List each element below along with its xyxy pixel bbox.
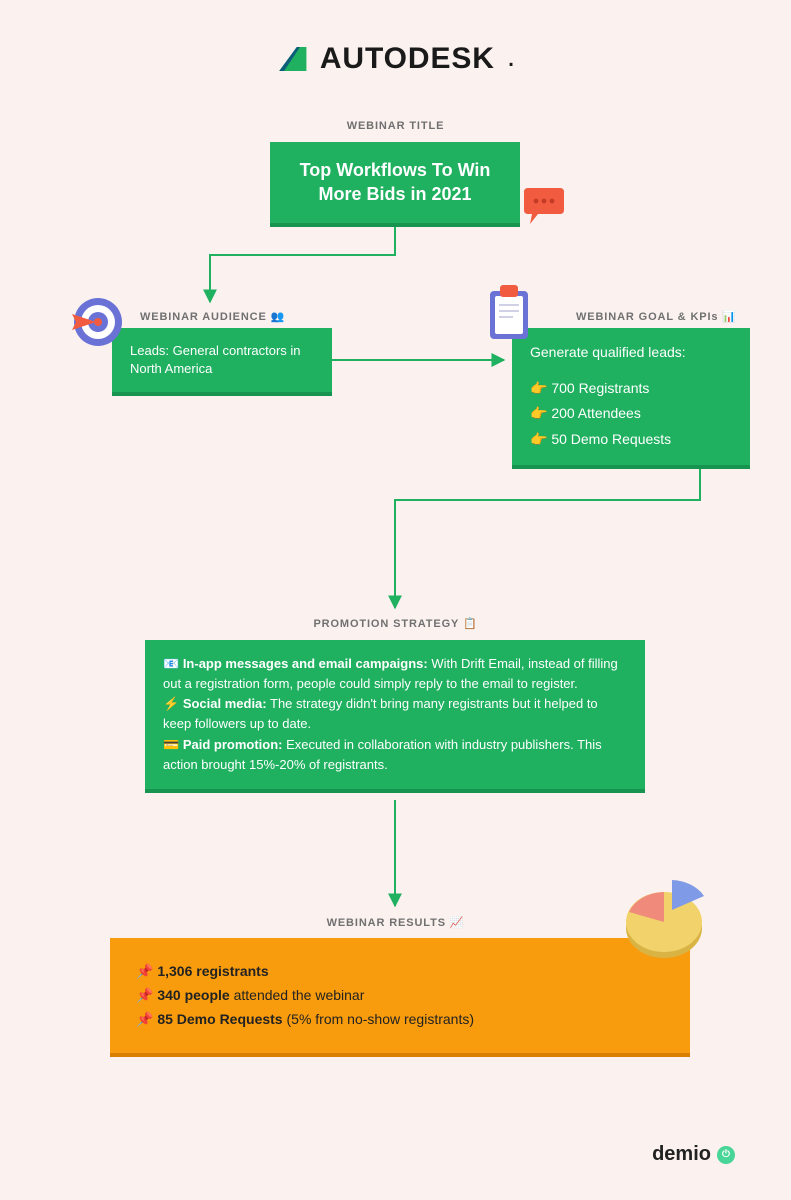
target-icon (66, 292, 126, 352)
pie-chart-icon (612, 880, 707, 965)
chat-bubble-icon (520, 188, 568, 228)
label-webinar-title: WEBINAR TITLE (0, 120, 791, 132)
autodesk-logo-mark (276, 45, 308, 73)
result-item-2: 📌 85 Demo Requests (5% from no-show regi… (136, 1008, 664, 1032)
autodesk-logo-dot: . (507, 40, 515, 74)
result-item-0: 📌 1,306 registrants (136, 960, 664, 984)
label-promotion-strategy: PROMOTION STRATEGY 📋 (0, 617, 791, 630)
demio-logo-text: demio (652, 1143, 711, 1166)
goal-headline: Generate qualified leads: (530, 342, 732, 364)
label-webinar-goal: WEBINAR GOAL & KPIs 📊 (576, 310, 737, 323)
box-webinar-title: Top Workflows To Win More Bids in 2021 (270, 142, 520, 227)
label-webinar-audience: WEBINAR AUDIENCE 👥 (140, 310, 285, 323)
promo-item-2: 💳 Paid promotion: Executed in collaborat… (163, 735, 627, 775)
demio-logo: demio ⏻ (652, 1143, 735, 1166)
promo-item-1: ⚡ Social media: The strategy didn't brin… (163, 694, 627, 734)
box-promotion-strategy: 📧 In-app messages and email campaigns: W… (145, 640, 645, 793)
autodesk-logo-text: AUTODESK (320, 42, 495, 76)
box-webinar-results: 📌 1,306 registrants 📌 340 people attende… (110, 938, 690, 1057)
result-item-1: 📌 340 people attended the webinar (136, 984, 664, 1008)
box-webinar-goal: Generate qualified leads: 👉 700 Registra… (512, 328, 750, 469)
clipboard-icon (486, 285, 532, 343)
goal-kpi-2: 👉 50 Demo Requests (530, 429, 732, 451)
goal-kpi-0: 👉 700 Registrants (530, 378, 732, 400)
promo-item-0: 📧 In-app messages and email campaigns: W… (163, 654, 627, 694)
box-webinar-audience: Leads: General contractors in North Amer… (112, 328, 332, 396)
autodesk-logo: AUTODESK. (0, 42, 791, 76)
goal-kpi-1: 👉 200 Attendees (530, 403, 732, 425)
demio-badge-icon: ⏻ (717, 1146, 735, 1164)
